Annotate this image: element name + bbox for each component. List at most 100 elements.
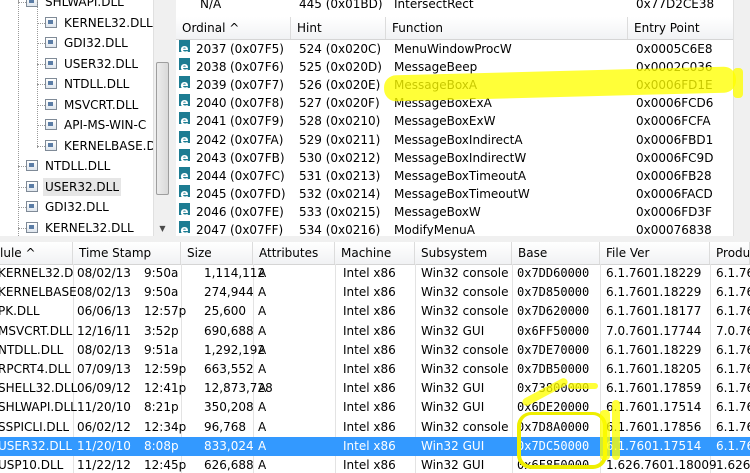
ordinal-hex-cell: (0x07FD) [230, 186, 286, 201]
column-base[interactable]: Base [512, 242, 600, 264]
module-row[interactable]: SHELL32.DLL 06/09/12 12:41p 12,873,728 A Inte… [0, 379, 750, 398]
module-row[interactable]: SHLWAPI.DLL 11/20/10 8:21p 350,208 A Intel x8… [0, 398, 750, 417]
tree-item-label: NTDLL.DLL [64, 77, 130, 91]
ordinal-cell: 2045 [196, 186, 227, 201]
base-address-cell: 0x6FF50000 [517, 323, 590, 338]
module-row[interactable]: USP10.DLL 11/22/12 12:45p 626,688 A Intel x86… [0, 456, 750, 473]
module-row[interactable]: SSPICLI.DLL 06/02/12 12:34p 96,768 A Intel x8… [0, 418, 750, 437]
date-cell: 08/02/13 [77, 342, 131, 357]
attributes-cell: A [258, 400, 267, 415]
base-address-cell: 0x7DB50000 [517, 362, 590, 376]
subsystem-cell: Win32 console [421, 266, 509, 280]
product-version-cell: 6.1.76 [716, 419, 750, 434]
hint-cell: 524 (0x020C) [299, 42, 382, 56]
size-cell: 833,024 [204, 438, 254, 453]
function-cell: MenuWindowProcW [394, 42, 512, 56]
export-row[interactable]: e 2043 (0x07FB) 530 (0x0212) MessageBoxIndir… [176, 148, 750, 167]
ordinal-cell: 2037 [196, 42, 227, 56]
time-cell: 8:08p [144, 438, 179, 453]
column-module[interactable]: lule ^ [0, 242, 73, 264]
module-name-cell: SHELL32.DLL [0, 381, 78, 396]
time-cell: 9:51a [144, 342, 179, 357]
highlight-base-circle [517, 412, 607, 469]
hint-cell: 534 (0x0216) [299, 223, 381, 236]
module-name-cell: KERNEL32.D [0, 266, 74, 280]
module-row[interactable]: PK.DLL 06/06/13 12:57p 25,600 A Intel x86 Win3… [0, 302, 750, 321]
time-cell: 12:45p [144, 458, 187, 472]
dll-module-icon [26, 221, 38, 233]
export-function-icon: e [179, 221, 190, 236]
export-row[interactable]: e 2041 (0x07F9) 528 (0x0210) MessageBoxExW 0x… [176, 112, 750, 130]
date-cell: 11/20/10 [77, 438, 131, 453]
column-attributes[interactable]: Attributes [253, 242, 335, 264]
export-row[interactable]: e 2044 (0x07FC) 531 (0x0213) MessageBoxTimeo… [176, 166, 750, 185]
product-version-cell: 6.1.76 [716, 438, 750, 453]
column-ordinal[interactable]: Ordinal ^ [176, 17, 291, 39]
product-version-cell: 6.1.76 [716, 285, 750, 300]
export-row[interactable]: e 2047 (0x07FF) 534 (0x0216) ModifyMenuA 0x00… [176, 221, 750, 236]
dll-module-icon [45, 119, 57, 130]
module-tree[interactable]: SHLWAPI.DLL KERNEL32.DLL GDI32.DLL USER32.D… [0, 0, 170, 236]
hint-cell: 528 (0x0210) [299, 114, 381, 129]
tree-scrollbar[interactable]: ▼ [153, 0, 170, 236]
export-function-icon: e [179, 76, 190, 93]
column-entry-point[interactable]: Entry Point [628, 17, 750, 39]
subsystem-cell: Win32 GUI [421, 458, 485, 472]
subsystem-cell: Win32 console [421, 342, 509, 357]
column-file-ver[interactable]: File Ver [600, 242, 710, 264]
export-scrollbar[interactable] [733, 0, 750, 236]
column-time-stamp[interactable]: Time Stamp [73, 242, 181, 264]
dll-module-icon [26, 180, 38, 192]
hint-cell: 526 (0x020E) [299, 78, 381, 93]
module-row[interactable]: USER32.DLL 11/20/10 8:08p 833,024 A Intel x86… [0, 436, 750, 456]
tree-connector [37, 145, 45, 147]
date-cell: 08/02/13 [77, 285, 131, 300]
scroll-down-arrow-icon[interactable]: ▼ [154, 220, 170, 236]
module-row[interactable]: RPCRT4.DLL 07/09/13 12:59p 663,552 A Intel x8… [0, 360, 750, 379]
time-cell: 9:50a [144, 266, 179, 280]
column-machine[interactable]: Machine [335, 242, 415, 264]
ordinal-cell: 2046 [196, 204, 227, 219]
scroll-thumb[interactable] [156, 62, 169, 195]
column-hint[interactable]: Hint [291, 17, 386, 39]
column-function[interactable]: Function [386, 17, 628, 39]
size-cell: 25,600 [204, 304, 246, 319]
export-row[interactable]: e 2037 (0x07F5) 524 (0x020C) MenuWindowProcW… [176, 40, 750, 58]
module-row[interactable]: KERNELBASE 08/02/13 9:50a 274,944 A Intel x86… [0, 283, 750, 302]
export-row-partial[interactable]: N/A 445 (0x01BD) IntersectRect 0x77D2CE3… [176, 0, 750, 17]
export-header: Ordinal ^ Hint Function Entry Point [176, 17, 750, 40]
machine-cell: Intel x86 [343, 342, 396, 357]
tree-item-label: KERNELBASE.D [64, 138, 156, 153]
tree-item-label: KERNEL32.DLL [64, 15, 153, 30]
attributes-cell: A [258, 266, 267, 280]
export-row[interactable]: e 2045 (0x07FD) 532 (0x0214) MessageBoxTimeo… [176, 184, 750, 203]
ordinal-cell: 2040 [196, 96, 227, 111]
date-cell: 06/02/12 [77, 419, 131, 434]
column-product-ver[interactable]: Produ [710, 242, 750, 264]
subsystem-cell: Win32 GUI [421, 381, 485, 396]
subsystem-cell: Win32 console [421, 304, 509, 319]
file-version-cell: 6.1.7601.18229 [606, 342, 702, 357]
ordinal-cell: N/A [200, 0, 222, 11]
product-version-cell: 6.1.76 [716, 266, 750, 280]
export-function-list[interactable]: N/A 445 (0x01BD) IntersectRect 0x77D2CE3… [176, 0, 750, 236]
module-row[interactable]: MSVCRT.DLL 12/16/11 3:52p 690,688 A Intel x86… [0, 322, 750, 341]
module-row[interactable]: NTDLL.DLL 08/02/13 9:51a 1,292,192 A Intel x8… [0, 341, 750, 360]
export-row[interactable]: e 2042 (0x07FA) 529 (0x0211) MessageBoxIndir… [176, 130, 750, 149]
highlight-messageboxa-tail [733, 68, 743, 98]
module-list[interactable]: lule ^ Time Stamp Size Attributes Machin… [0, 242, 750, 473]
machine-cell: Intel x86 [343, 419, 396, 434]
column-subsystem[interactable]: Subsystem [415, 242, 512, 264]
ordinal-cell: 2043 [196, 150, 227, 165]
function-cell: MessageBoxTimeoutA [394, 168, 527, 183]
export-function-icon: e [179, 184, 190, 201]
ordinal-hex-cell: (0x07FF) [230, 223, 284, 236]
file-version-cell: 6.1.7601.18229 [606, 285, 702, 300]
machine-cell: Intel x86 [343, 266, 396, 280]
export-row[interactable]: e 2046 (0x07FE) 533 (0x0215) MessageBoxW 0x00… [176, 202, 750, 221]
hint-cell: 532 (0x0214) [299, 186, 381, 201]
ordinal-hex-cell: (0x07FE) [230, 204, 284, 219]
column-size[interactable]: Size [181, 242, 253, 264]
base-address-cell: 0x7D850000 [517, 285, 590, 300]
module-row[interactable]: KERNEL32.D 08/02/13 9:50a 1,114,112 A Intel x… [0, 264, 750, 283]
